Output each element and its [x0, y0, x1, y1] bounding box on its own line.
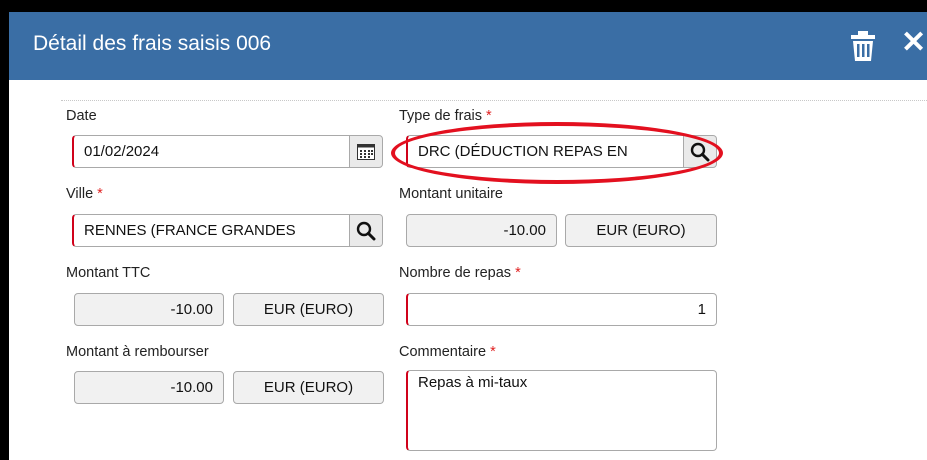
unit-amount-currency: EUR (EURO) [565, 214, 717, 247]
total-amount-label: Montant TTC [66, 265, 151, 281]
city-search-button[interactable] [349, 215, 382, 246]
comment-label: Commentaire * [399, 344, 496, 360]
trash-icon[interactable] [848, 30, 878, 62]
total-amount-field: -10.00 [74, 293, 224, 326]
unit-amount-field: -10.00 [406, 214, 557, 247]
meal-count-label: Nombre de repas * [399, 265, 521, 281]
refund-amount-currency: EUR (EURO) [233, 371, 384, 404]
refund-amount-label: Montant à rembourser [66, 344, 209, 360]
highlight-ellipse [391, 122, 723, 184]
separator [61, 100, 927, 101]
expense-type-label: Type de frais * [399, 108, 492, 124]
refund-amount-field: -10.00 [74, 371, 224, 404]
meal-count-field[interactable]: 1 [406, 293, 717, 326]
date-label: Date [66, 108, 97, 124]
dialog-header: Détail des frais saisis 006 ✕ [9, 12, 927, 80]
dialog-title: Détail des frais saisis 006 [33, 32, 272, 55]
unit-amount-label: Montant unitaire [399, 186, 503, 202]
calendar-icon [357, 143, 375, 160]
date-field[interactable]: 01/02/2024 [72, 135, 383, 168]
expense-detail-dialog: Détail des frais saisis 006 ✕ Date 01/02… [9, 12, 927, 460]
close-icon[interactable]: ✕ [901, 28, 926, 58]
city-field[interactable]: RENNES (FRANCE GRANDES [72, 214, 383, 247]
total-amount-currency: EUR (EURO) [233, 293, 384, 326]
search-icon [356, 221, 376, 240]
city-label: Ville * [66, 186, 103, 202]
calendar-button[interactable] [349, 136, 382, 167]
comment-textarea[interactable]: Repas à mi-taux [406, 370, 717, 451]
